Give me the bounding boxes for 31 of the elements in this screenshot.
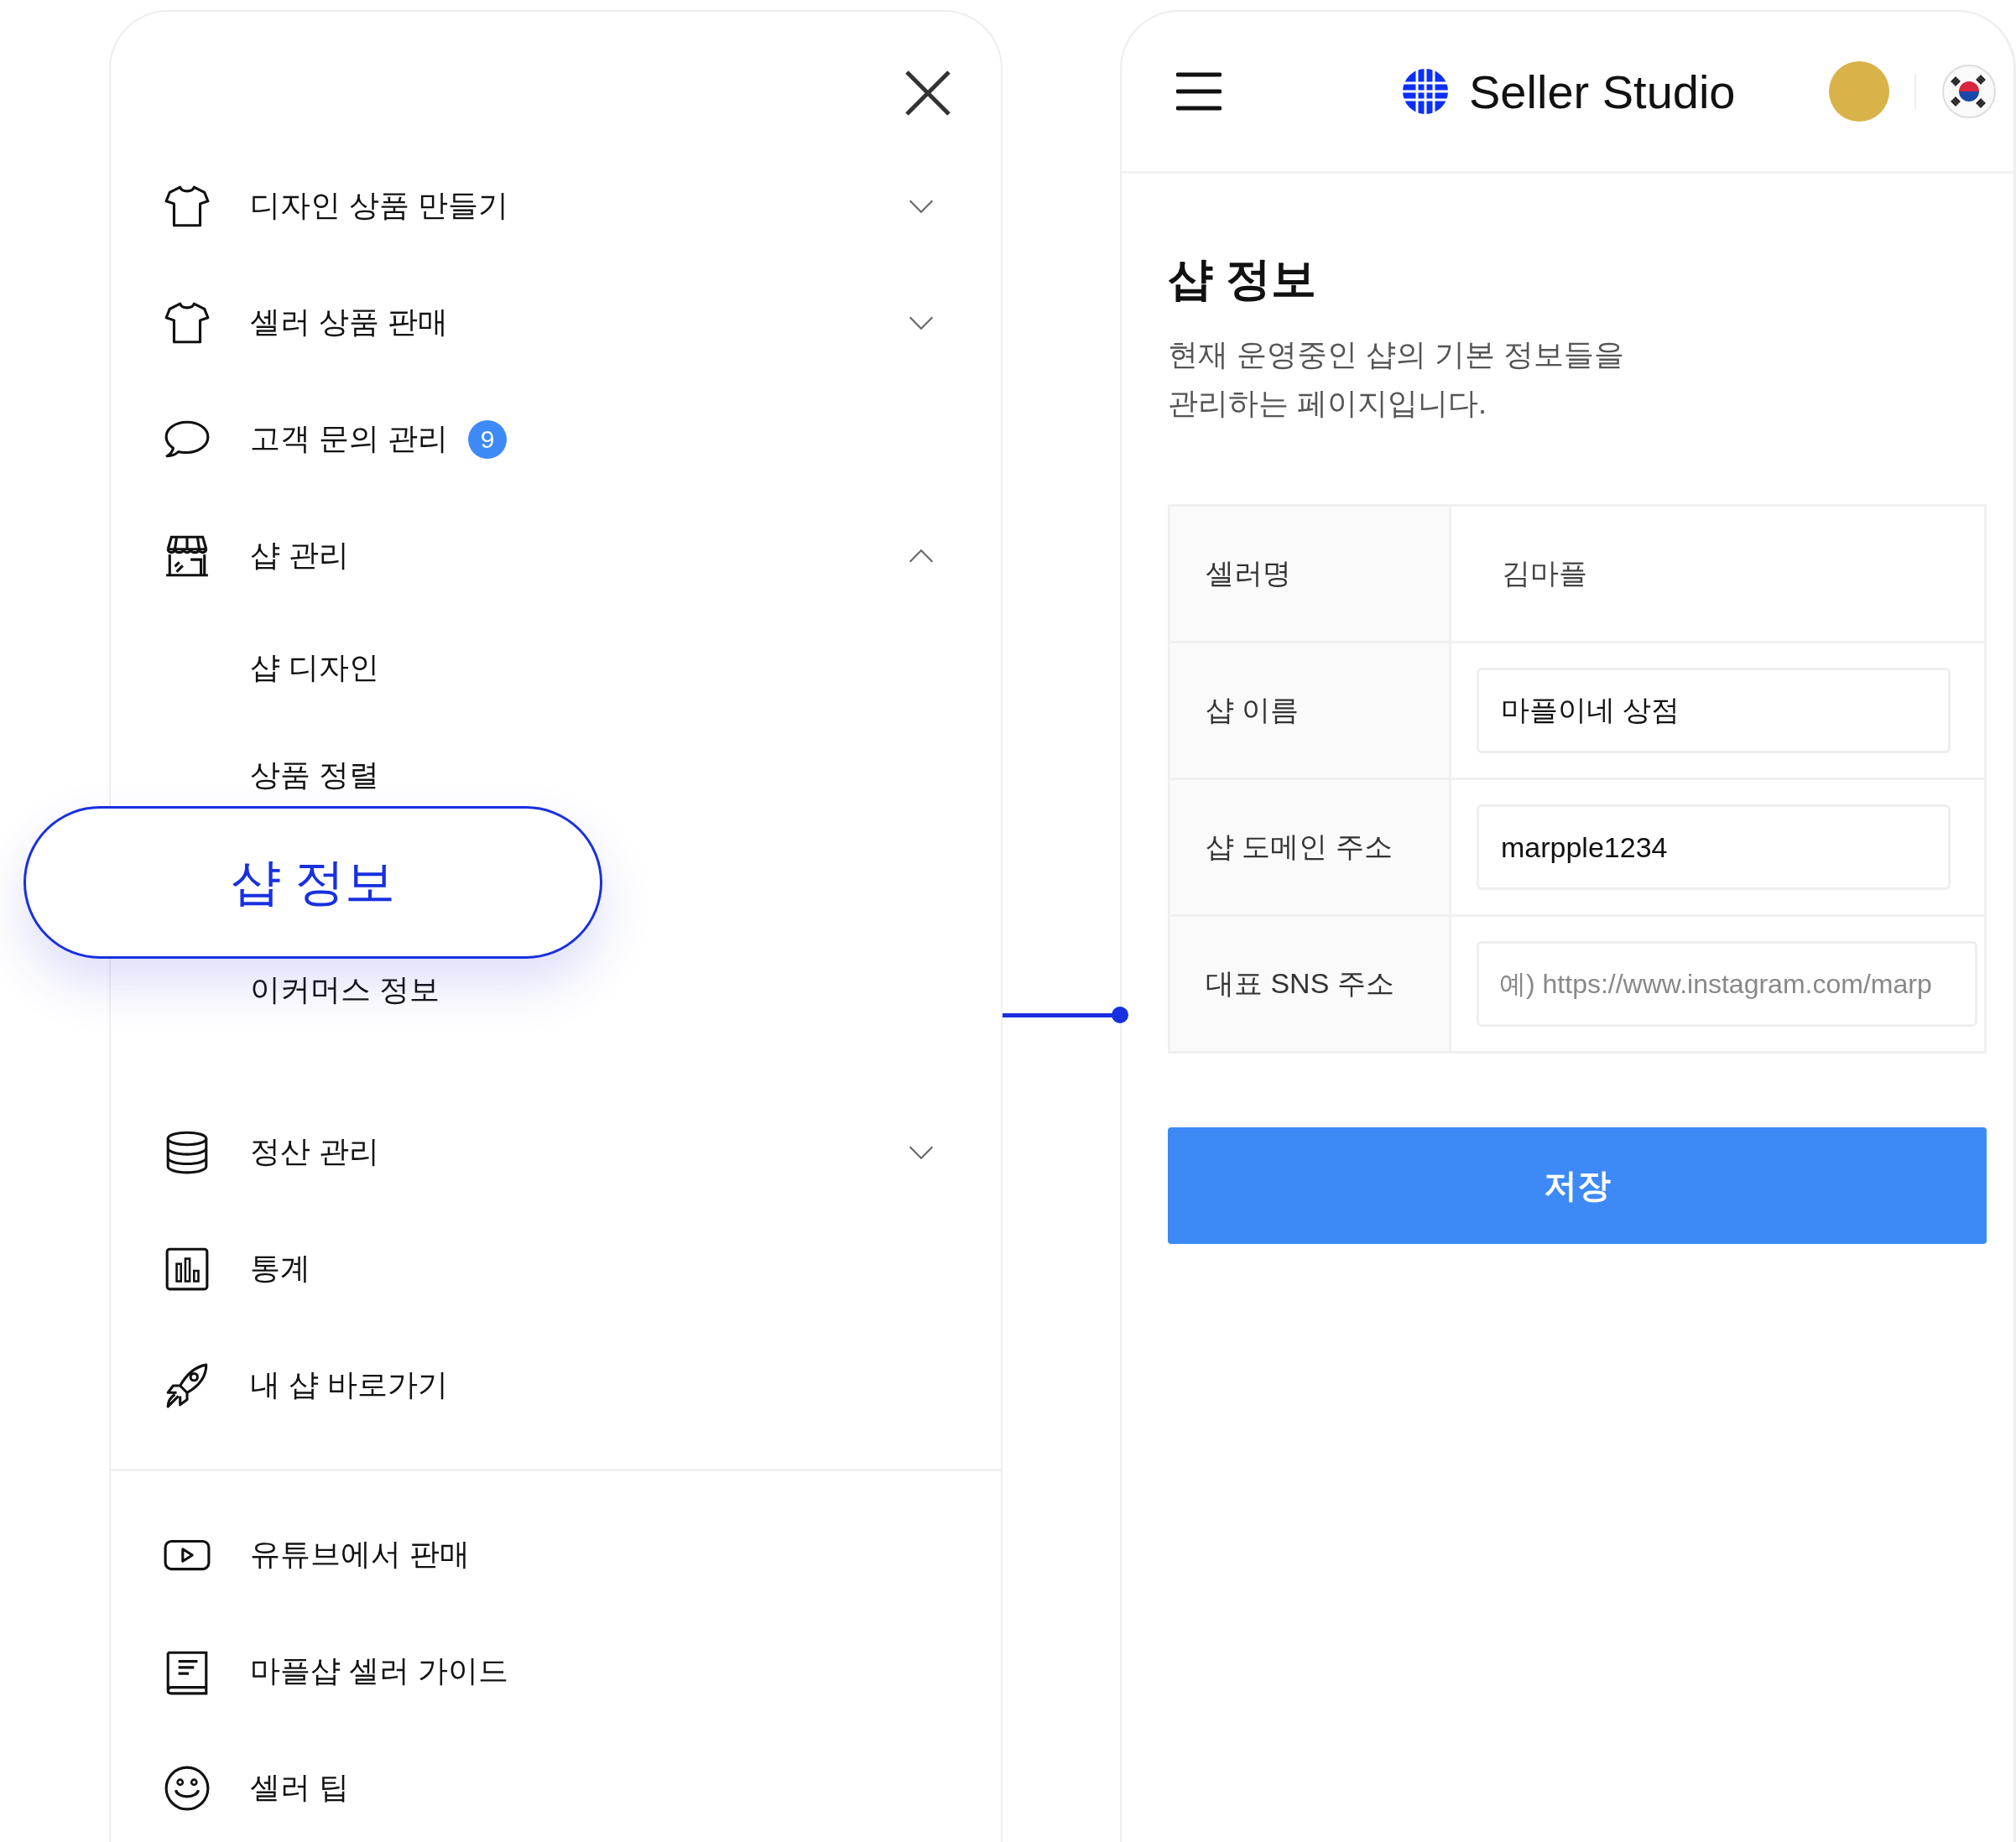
- menu-item[interactable]: 통계: [250, 1248, 310, 1289]
- globe-logo-icon: [1402, 68, 1449, 115]
- field-label: 샵 이름: [1170, 643, 1451, 778]
- menu-item[interactable]: 디자인 상품 만들기: [250, 185, 508, 226]
- field-label: 샵 도메인 주소: [1170, 780, 1451, 915]
- close-icon[interactable]: [905, 70, 951, 116]
- input-field[interactable]: 마플이네 상점: [1477, 668, 1951, 754]
- field-label: 대표 SNS 주소: [1170, 917, 1451, 1052]
- page-description: 현재 운영중인 샵의 기본 정보들을 관리하는 페이지입니다.: [1168, 336, 1625, 422]
- submenu-item[interactable]: 이커머스 정보: [250, 969, 440, 1011]
- menu-item[interactable]: 셀러 상품 판매: [250, 302, 448, 343]
- menu-item[interactable]: 샵 관리: [250, 535, 349, 576]
- field-label: 셀러명: [1170, 507, 1451, 642]
- menu-item[interactable]: 정산 관리: [250, 1132, 379, 1173]
- menu-item[interactable]: 셀러 팁: [250, 1767, 349, 1808]
- field-value: 김마플: [1501, 556, 1587, 591]
- submenu-item[interactable]: 샵 디자인: [250, 647, 379, 689]
- count-badge: 9: [468, 419, 507, 459]
- app-title: Seller Studio: [1469, 64, 1736, 119]
- chevron-up-icon[interactable]: [907, 547, 935, 565]
- menu-item[interactable]: 내 샵 바로가기: [250, 1365, 448, 1406]
- highlighted-menu-item[interactable]: 샵 정보: [23, 806, 602, 959]
- menu-item[interactable]: 유튜브에서 판매: [250, 1534, 470, 1575]
- input-field[interactable]: 예) https://www.instagram.com/marp: [1477, 941, 1977, 1028]
- page-title: 샵 정보: [1168, 252, 1317, 305]
- menu-item[interactable]: 마플샵 셀러 가이드: [250, 1651, 508, 1692]
- menu-item[interactable]: 고객 문의 관리: [250, 419, 448, 460]
- menu-icon[interactable]: [1176, 71, 1222, 112]
- submenu-item[interactable]: 상품 정렬: [250, 754, 379, 796]
- flag-icon[interactable]: [1941, 64, 1997, 119]
- input-field[interactable]: marpple1234: [1477, 804, 1951, 891]
